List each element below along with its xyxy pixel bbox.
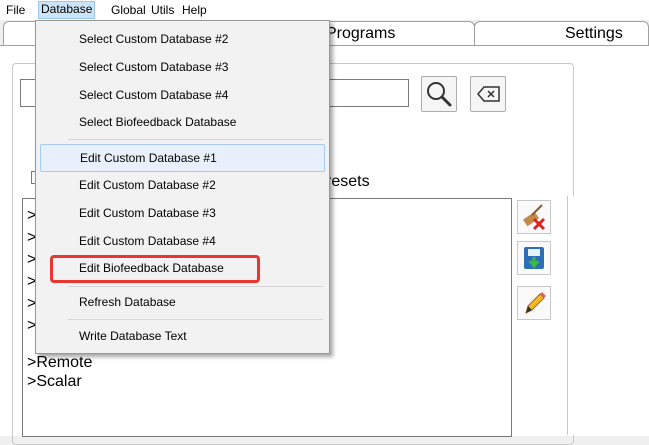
menu-item-select-biofeedback-db[interactable]: Select Biofeedback Database [40, 109, 323, 135]
clear-list-button[interactable] [517, 200, 551, 234]
menu-item-label: Select Custom Database #4 [79, 88, 229, 102]
menu-item-edit-custom-db-3[interactable]: Edit Custom Database #3 [40, 200, 323, 226]
tab-settings-label: Settings [565, 25, 623, 42]
menu-item-write-db-text[interactable]: Write Database Text [40, 323, 323, 349]
backspace-icon [477, 86, 500, 102]
search-icon [427, 82, 452, 107]
menu-separator [68, 139, 323, 140]
menu-item-select-custom-db-3[interactable]: Select Custom Database #3 [40, 54, 323, 80]
menu-separator [68, 286, 323, 287]
menu-item-label: Edit Custom Database #3 [79, 206, 216, 220]
menu-item-edit-custom-db-4[interactable]: Edit Custom Database #4 [40, 228, 323, 254]
pencil-icon [525, 292, 546, 314]
menu-item-edit-custom-db-2[interactable]: Edit Custom Database #2 [40, 172, 323, 198]
edit-button[interactable] [517, 286, 551, 320]
menu-item-label: Edit Custom Database #4 [79, 234, 216, 248]
list-item-scalar[interactable]: >Scalar [27, 373, 82, 391]
menu-item-edit-custom-db-1[interactable]: Edit Custom Database #1 [40, 144, 325, 172]
menu-utils[interactable]: Utils [151, 3, 174, 17]
menu-file[interactable]: File [6, 3, 25, 17]
menu-item-label: Write Database Text [79, 329, 187, 343]
menu-item-refresh-db[interactable]: Refresh Database [40, 289, 323, 315]
menu-item-label: Refresh Database [79, 295, 176, 309]
tab-settings[interactable]: Settings [474, 21, 649, 46]
tab-programs-label: Programs [326, 25, 396, 42]
menu-separator [68, 319, 323, 320]
menu-item-label: Select Custom Database #2 [79, 32, 229, 46]
save-button[interactable] [517, 241, 551, 275]
menu-help[interactable]: Help [182, 3, 207, 17]
menu-item-label: Edit Custom Database #2 [79, 178, 216, 192]
menu-global[interactable]: Global [111, 3, 146, 17]
search-button[interactable] [421, 76, 457, 112]
menu-item-label: Select Custom Database #3 [79, 60, 229, 74]
menu-item-select-custom-db-2[interactable]: Select Custom Database #2 [40, 26, 323, 52]
list-item-remote[interactable]: >Remote [27, 354, 92, 372]
clear-button[interactable] [470, 76, 506, 112]
right-panel [567, 196, 649, 435]
menu-item-select-custom-db-4[interactable]: Select Custom Database #4 [40, 82, 323, 108]
menu-database[interactable]: Database [38, 1, 96, 19]
database-menu: Select Custom Database #2 Select Custom … [35, 20, 330, 354]
menu-item-label: Select Biofeedback Database [79, 115, 237, 129]
menubar: File Database Global Utils Help [0, 0, 649, 20]
presets-label: resets [326, 173, 370, 190]
save-icon [524, 247, 544, 269]
broom-delete-icon [522, 204, 546, 231]
menu-item-label: Edit Custom Database #1 [80, 151, 217, 165]
highlight-annotation [50, 255, 260, 283]
